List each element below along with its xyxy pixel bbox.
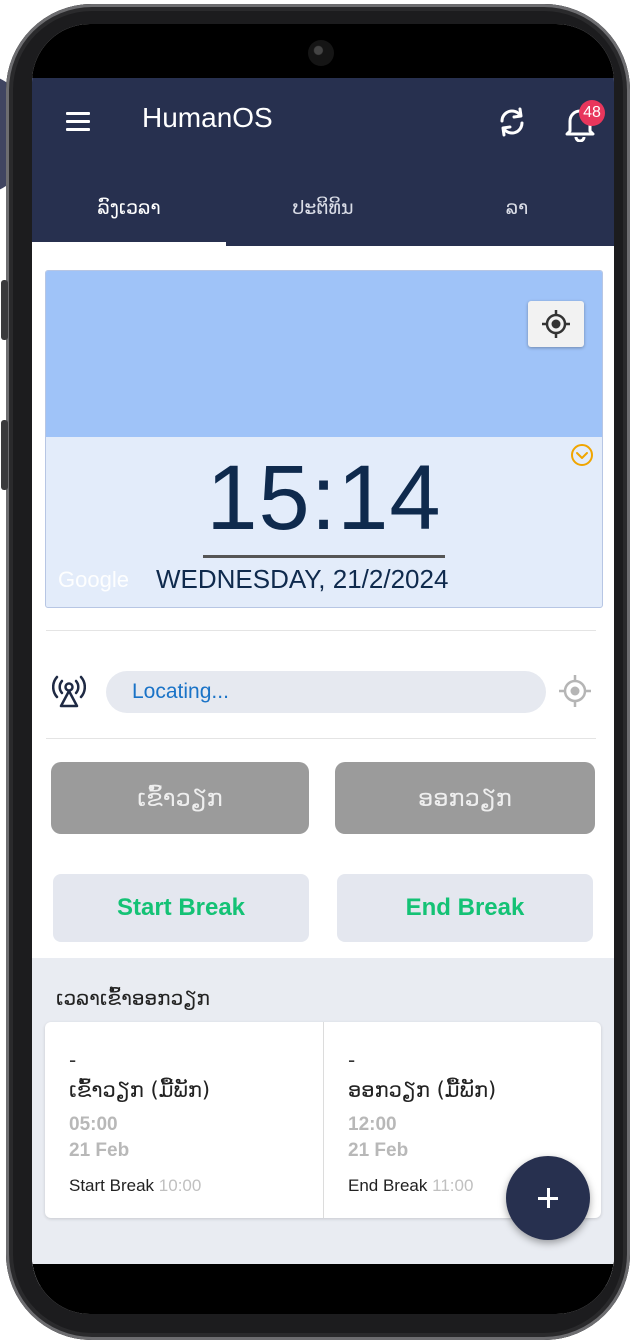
check-out-button[interactable]: ອອກວຽກ	[335, 762, 595, 834]
google-logo: Google	[58, 567, 129, 592]
app-bar: HumanOS 48	[32, 78, 614, 196]
break-label: Start Break	[69, 1176, 155, 1195]
signal-tower-icon	[52, 674, 86, 708]
tab-clock-in[interactable]: ລົງເວລາ	[32, 196, 226, 246]
side-button	[1, 280, 8, 340]
side-button	[1, 420, 8, 490]
record-break: End Break 11:00	[348, 1176, 473, 1196]
notification-badge: 48	[579, 100, 605, 126]
main-content: 15:14 Google WEDNESDAY, 21/2/2024 Locati…	[32, 246, 614, 1286]
current-date: WEDNESDAY, 21/2/2024	[156, 564, 449, 594]
check-in-button[interactable]: ເຂົ້າວຽກ	[51, 762, 309, 834]
attendance-history: ເວລາເຂົ້າອອກວຽກ - ເຂົ້າວຽກ (ມື້ພັກ) 05:0…	[32, 958, 614, 1286]
record-break: Start Break 10:00	[69, 1176, 201, 1196]
gps-target-icon[interactable]	[558, 674, 592, 708]
my-location-button[interactable]	[528, 301, 584, 347]
gps-target-icon	[542, 310, 570, 338]
break-time: 10:00	[158, 1176, 202, 1195]
record-placeholder: -	[69, 1048, 77, 1072]
front-camera	[308, 40, 334, 66]
sync-icon[interactable]	[496, 106, 528, 138]
tab-leave[interactable]: ລາ	[420, 196, 614, 246]
record-time: 12:00	[348, 1114, 397, 1135]
record-date: 21 Feb	[348, 1140, 409, 1161]
record-date: 21 Feb	[69, 1140, 130, 1161]
check-in-record[interactable]: - ເຂົ້າວຽກ (ມື້ພັກ) 05:00 21 Feb Start B…	[45, 1022, 323, 1218]
break-label: End Break	[348, 1176, 428, 1195]
record-type: ອອກວຽກ (ມື້ພັກ)	[348, 1078, 497, 1102]
current-time: 15:14	[206, 447, 442, 549]
status-bar	[32, 24, 614, 78]
phone-screen: HumanOS 48 ລົງເວລາ ປະຕິທິນ ລາ 15:14 Goog…	[32, 24, 614, 1314]
tab-bar: ລົງເວລາ ປະຕິທິນ ລາ	[32, 196, 614, 246]
add-button[interactable]	[506, 1156, 590, 1240]
record-placeholder: -	[348, 1048, 356, 1072]
record-type: ເຂົ້າວຽກ (ມື້ພັກ)	[69, 1078, 211, 1102]
menu-icon[interactable]	[66, 112, 90, 132]
divider	[46, 630, 596, 631]
record-time: 05:00	[69, 1114, 118, 1135]
time-underline	[203, 555, 445, 558]
break-time: 11:00	[432, 1176, 474, 1195]
end-break-button[interactable]: End Break	[337, 874, 593, 942]
location-status: Locating...	[106, 671, 546, 713]
navigation-bar	[32, 1264, 614, 1314]
map-view[interactable]	[46, 271, 602, 437]
notification-bell[interactable]: 48	[562, 100, 605, 143]
app-title: HumanOS	[142, 102, 273, 133]
location-row: Locating...	[32, 666, 614, 716]
divider	[46, 738, 596, 739]
history-title: ເວລາເຂົ້າອອກວຽກ	[56, 986, 210, 1010]
plus-icon	[546, 1188, 550, 1208]
start-break-button[interactable]: Start Break	[53, 874, 309, 942]
tab-calendar[interactable]: ປະຕິທິນ	[226, 196, 420, 246]
clock-map-card: 15:14 Google WEDNESDAY, 21/2/2024	[45, 270, 603, 608]
